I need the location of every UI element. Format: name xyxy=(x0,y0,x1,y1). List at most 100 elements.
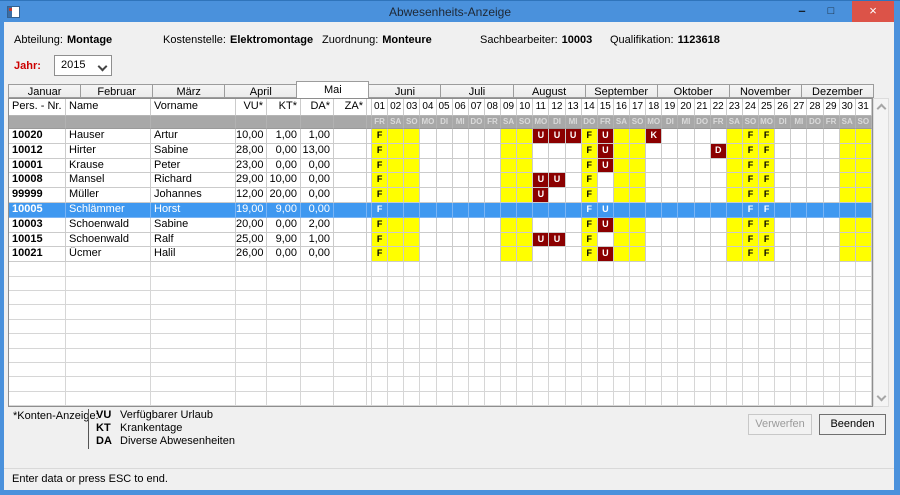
column-header-vu[interactable]: VU* xyxy=(236,99,267,116)
minimize-button[interactable]: – xyxy=(790,1,814,23)
cell-da[interactable]: 0,00 xyxy=(301,188,334,203)
column-header-day-10[interactable]: 10 xyxy=(517,99,534,116)
cell-day-09[interactable] xyxy=(501,217,518,233)
cell-day-02[interactable] xyxy=(388,188,405,203)
cell-day-19[interactable] xyxy=(662,173,679,189)
cell-day-15[interactable]: U xyxy=(597,158,614,174)
cell-day-18[interactable] xyxy=(646,143,663,159)
column-header-day-05[interactable]: 05 xyxy=(436,99,453,116)
cell-day-20[interactable] xyxy=(678,232,695,248)
cell-vorname[interactable]: Johannes xyxy=(151,188,236,203)
vertical-scrollbar[interactable] xyxy=(873,98,889,407)
cell-day-29[interactable] xyxy=(823,202,840,218)
cell-day-13[interactable] xyxy=(565,143,582,159)
cell-day-17[interactable] xyxy=(630,143,647,159)
cell-day-24[interactable]: F xyxy=(742,158,759,174)
cell-day-28[interactable] xyxy=(807,173,824,189)
cell-day-21[interactable] xyxy=(694,232,711,248)
cell-da[interactable]: 13,00 xyxy=(301,143,334,159)
cell-day-08[interactable] xyxy=(484,173,501,189)
column-header-day-17[interactable]: 17 xyxy=(630,99,647,116)
cell-za[interactable] xyxy=(334,217,367,233)
cell-day-07[interactable] xyxy=(468,158,485,174)
cell-day-10[interactable] xyxy=(517,173,534,189)
column-header-day-26[interactable]: 26 xyxy=(775,99,792,116)
cell-day-15[interactable] xyxy=(597,232,614,248)
cell-kt[interactable]: 0,00 xyxy=(267,158,301,174)
cell-day-01[interactable]: F xyxy=(372,143,389,159)
cell-day-16[interactable] xyxy=(613,247,630,263)
cell-day-09[interactable] xyxy=(501,188,518,203)
cell-day-14[interactable]: F xyxy=(581,247,598,263)
column-header-day-23[interactable]: 23 xyxy=(726,99,743,116)
cell-vu[interactable]: 20,00 xyxy=(236,217,267,233)
cell-day-16[interactable] xyxy=(613,217,630,233)
cell-day-30[interactable] xyxy=(839,143,856,159)
column-header-day-16[interactable]: 16 xyxy=(613,99,630,116)
cell-day-06[interactable] xyxy=(452,217,469,233)
cell-day-22[interactable]: D xyxy=(710,143,727,159)
cell-day-27[interactable] xyxy=(791,232,808,248)
cell-day-20[interactable] xyxy=(678,202,695,218)
cell-day-24[interactable]: F xyxy=(742,202,759,218)
cell-day-04[interactable] xyxy=(420,129,437,144)
cell-day-23[interactable] xyxy=(726,232,743,248)
cell-day-06[interactable] xyxy=(452,247,469,263)
cell-day-09[interactable] xyxy=(501,143,518,159)
cell-day-05[interactable] xyxy=(436,173,453,189)
cell-day-11[interactable]: U xyxy=(533,188,550,203)
cell-day-10[interactable] xyxy=(517,143,534,159)
cell-name[interactable]: Hirter xyxy=(66,143,151,159)
cell-day-02[interactable] xyxy=(388,232,405,248)
column-header-day-15[interactable]: 15 xyxy=(597,99,614,116)
cell-day-20[interactable] xyxy=(678,173,695,189)
cell-day-03[interactable] xyxy=(404,143,421,159)
cell-day-05[interactable] xyxy=(436,217,453,233)
cell-day-28[interactable] xyxy=(807,188,824,203)
cell-day-07[interactable] xyxy=(468,202,485,218)
cell-day-14[interactable]: F xyxy=(581,143,598,159)
cell-day-30[interactable] xyxy=(839,202,856,218)
cell-day-11[interactable]: U xyxy=(533,232,550,248)
cell-day-23[interactable] xyxy=(726,188,743,203)
cell-day-17[interactable] xyxy=(630,232,647,248)
column-header-day-01[interactable]: 01 xyxy=(372,99,389,116)
cell-day-04[interactable] xyxy=(420,202,437,218)
cell-day-27[interactable] xyxy=(791,143,808,159)
cell-day-28[interactable] xyxy=(807,143,824,159)
cell-day-19[interactable] xyxy=(662,129,679,144)
cell-day-11[interactable] xyxy=(533,143,550,159)
cell-day-15[interactable]: U xyxy=(597,217,614,233)
cell-day-15[interactable]: U xyxy=(597,143,614,159)
column-header-day-03[interactable]: 03 xyxy=(404,99,421,116)
cell-day-27[interactable] xyxy=(791,158,808,174)
cell-da[interactable]: 0,00 xyxy=(301,247,334,263)
cell-da[interactable]: 0,00 xyxy=(301,202,334,218)
cell-day-02[interactable] xyxy=(388,143,405,159)
cell-day-22[interactable] xyxy=(710,188,727,203)
tab-april[interactable]: April xyxy=(224,84,297,98)
cell-day-08[interactable] xyxy=(484,143,501,159)
cell-day-03[interactable] xyxy=(404,232,421,248)
cell-day-12[interactable]: U xyxy=(549,173,566,189)
cell-kt[interactable]: 10,00 xyxy=(267,173,301,189)
cell-day-23[interactable] xyxy=(726,247,743,263)
cell-day-01[interactable]: F xyxy=(372,232,389,248)
cell-day-22[interactable] xyxy=(710,247,727,263)
cell-day-31[interactable] xyxy=(855,202,872,218)
cell-day-24[interactable]: F xyxy=(742,232,759,248)
cell-day-28[interactable] xyxy=(807,158,824,174)
cell-day-10[interactable] xyxy=(517,217,534,233)
column-header-day-09[interactable]: 09 xyxy=(501,99,518,116)
cell-day-30[interactable] xyxy=(839,188,856,203)
cell-day-07[interactable] xyxy=(468,188,485,203)
cell-day-12[interactable] xyxy=(549,188,566,203)
cell-name[interactable]: Ücmer xyxy=(66,247,151,263)
cell-day-23[interactable] xyxy=(726,143,743,159)
cell-vorname[interactable]: Peter xyxy=(151,158,236,174)
tab-september[interactable]: September xyxy=(584,84,657,98)
cell-day-25[interactable]: F xyxy=(759,202,776,218)
cell-day-17[interactable] xyxy=(630,188,647,203)
cell-day-21[interactable] xyxy=(694,173,711,189)
cell-day-24[interactable]: F xyxy=(742,129,759,144)
